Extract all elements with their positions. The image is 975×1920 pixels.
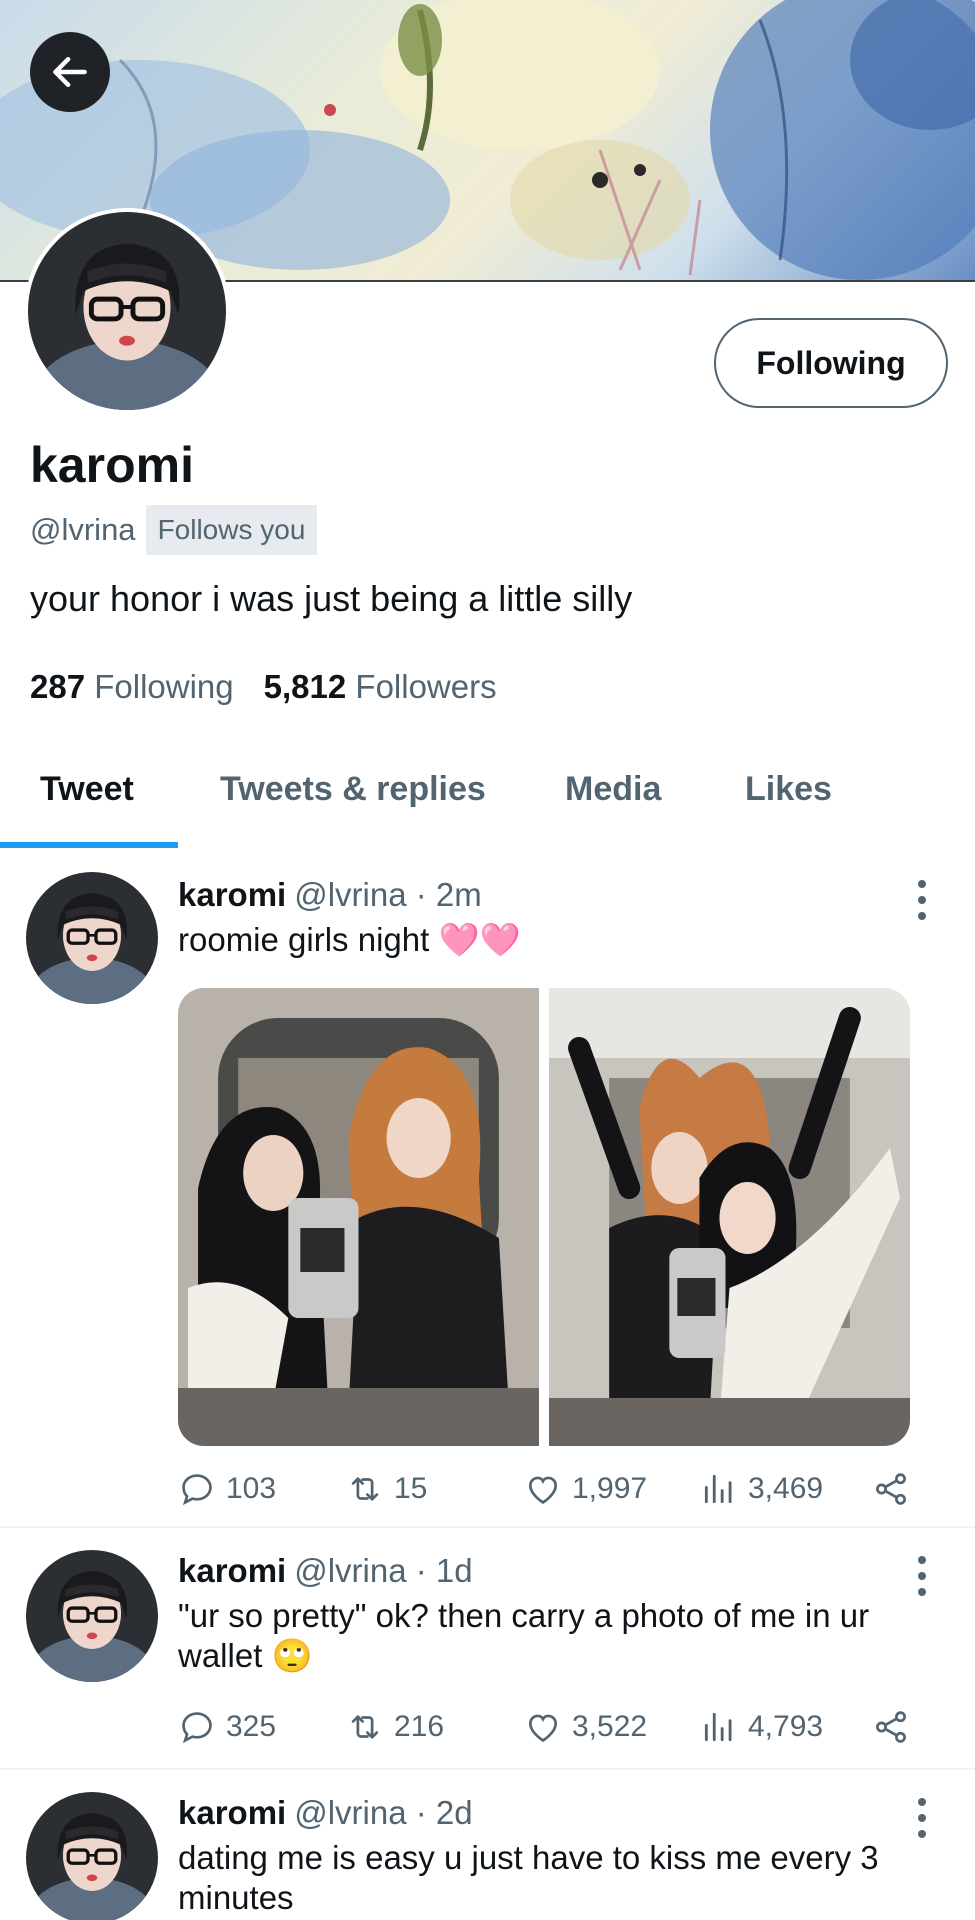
retweet-action[interactable]: 15 xyxy=(346,1470,427,1508)
tweet-text: dating me is easy u just have to kiss me… xyxy=(178,1839,879,1916)
back-button[interactable] xyxy=(30,32,110,112)
followers-stat[interactable]: 5,812 Followers xyxy=(264,668,497,706)
follow-stats: 287 Following 5,812 Followers xyxy=(30,668,497,706)
tweet-actions: 325 216 3,522 4,793 xyxy=(178,1708,918,1748)
share-icon xyxy=(872,1470,910,1508)
share-action[interactable] xyxy=(872,1708,910,1746)
tab-media[interactable]: Media xyxy=(565,770,661,809)
tweet-author-name: karomi xyxy=(178,1794,287,1831)
tweet-header: karomi @lvrina · 2m xyxy=(178,876,482,914)
retweet-count: 15 xyxy=(394,1472,428,1505)
tweet-header: karomi @lvrina · 2d xyxy=(178,1794,473,1832)
retweet-count: 216 xyxy=(394,1710,445,1743)
heart-icon xyxy=(524,1708,562,1746)
bar-chart-icon xyxy=(700,1708,738,1746)
active-tab-indicator xyxy=(0,842,178,848)
following-label: Following xyxy=(94,668,234,705)
reply-count: 103 xyxy=(226,1472,277,1505)
more-vertical-icon[interactable] xyxy=(910,880,934,920)
tab-tweet[interactable]: Tweet xyxy=(40,770,134,809)
profile-tabs: Tweet Tweets & replies Media Likes xyxy=(0,746,975,850)
views-action[interactable]: 4,793 xyxy=(700,1708,823,1746)
view-count: 4,793 xyxy=(748,1710,824,1743)
more-vertical-icon[interactable] xyxy=(910,1556,934,1596)
like-count: 3,522 xyxy=(572,1710,648,1743)
photo-image xyxy=(549,988,910,1446)
like-count: 1,997 xyxy=(572,1472,648,1505)
arrow-left-icon xyxy=(53,56,87,88)
reply-action[interactable]: 103 xyxy=(178,1470,276,1508)
tweet-avatar[interactable] xyxy=(26,1792,158,1920)
handle: @lvrina xyxy=(30,512,136,547)
tweet-author-name: karomi xyxy=(178,876,287,913)
like-action[interactable]: 1,997 xyxy=(524,1470,647,1508)
avatar-image xyxy=(28,212,226,410)
following-button[interactable]: Following xyxy=(714,318,948,408)
tweet-text: "ur so pretty" ok? then carry a photo of… xyxy=(178,1597,870,1674)
more-vertical-icon[interactable] xyxy=(910,1798,934,1838)
tab-likes[interactable]: Likes xyxy=(745,770,832,809)
following-count: 287 xyxy=(30,668,86,705)
tweet[interactable]: karomi @lvrina · 1d "ur so pretty" ok? t… xyxy=(0,1528,975,1768)
reply-action[interactable]: 325 xyxy=(178,1708,276,1746)
handle-row: @lvrina Follows you xyxy=(30,505,318,555)
tweet-meta: @lvrina · 2d xyxy=(294,1794,473,1831)
tweet-photo[interactable] xyxy=(549,988,910,1446)
comment-icon xyxy=(178,1470,216,1508)
tweet-photo[interactable] xyxy=(178,988,539,1446)
tweet-author-name: karomi xyxy=(178,1552,287,1589)
views-action[interactable]: 3,469 xyxy=(700,1470,823,1508)
tab-tweets-replies[interactable]: Tweets & replies xyxy=(220,770,486,809)
profile-avatar[interactable] xyxy=(24,208,230,414)
tweet-header: karomi @lvrina · 1d xyxy=(178,1552,473,1590)
share-icon xyxy=(872,1708,910,1746)
heart-icon xyxy=(524,1470,562,1508)
retweet-icon xyxy=(346,1470,384,1508)
retweet-icon xyxy=(346,1708,384,1746)
follows-you-badge: Follows you xyxy=(145,505,318,555)
tweet-actions: 103 15 1,997 3,469 xyxy=(178,1470,918,1510)
reply-count: 325 xyxy=(226,1710,277,1743)
tweet-avatar[interactable] xyxy=(26,872,158,1004)
tweet-meta: @lvrina · 2m xyxy=(294,876,482,913)
retweet-action[interactable]: 216 xyxy=(346,1708,444,1746)
photo-image xyxy=(178,988,539,1446)
followers-label: Followers xyxy=(355,668,497,705)
tweet-meta: @lvrina · 1d xyxy=(294,1552,473,1589)
bar-chart-icon xyxy=(700,1470,738,1508)
tweet-text: roomie girls night 🩷🩷 xyxy=(178,921,521,958)
like-action[interactable]: 3,522 xyxy=(524,1708,647,1746)
comment-icon xyxy=(178,1708,216,1746)
profile-bio: your honor i was just being a little sil… xyxy=(30,578,633,619)
tweet[interactable]: karomi @lvrina · 2d dating me is easy u … xyxy=(0,1770,975,1920)
tweet-media xyxy=(178,988,910,1446)
tweet-avatar[interactable] xyxy=(26,1550,158,1682)
followers-count: 5,812 xyxy=(263,668,347,705)
view-count: 3,469 xyxy=(748,1472,824,1505)
display-name: karomi xyxy=(30,437,194,493)
following-stat[interactable]: 287 Following xyxy=(30,668,234,706)
share-action[interactable] xyxy=(872,1470,910,1508)
